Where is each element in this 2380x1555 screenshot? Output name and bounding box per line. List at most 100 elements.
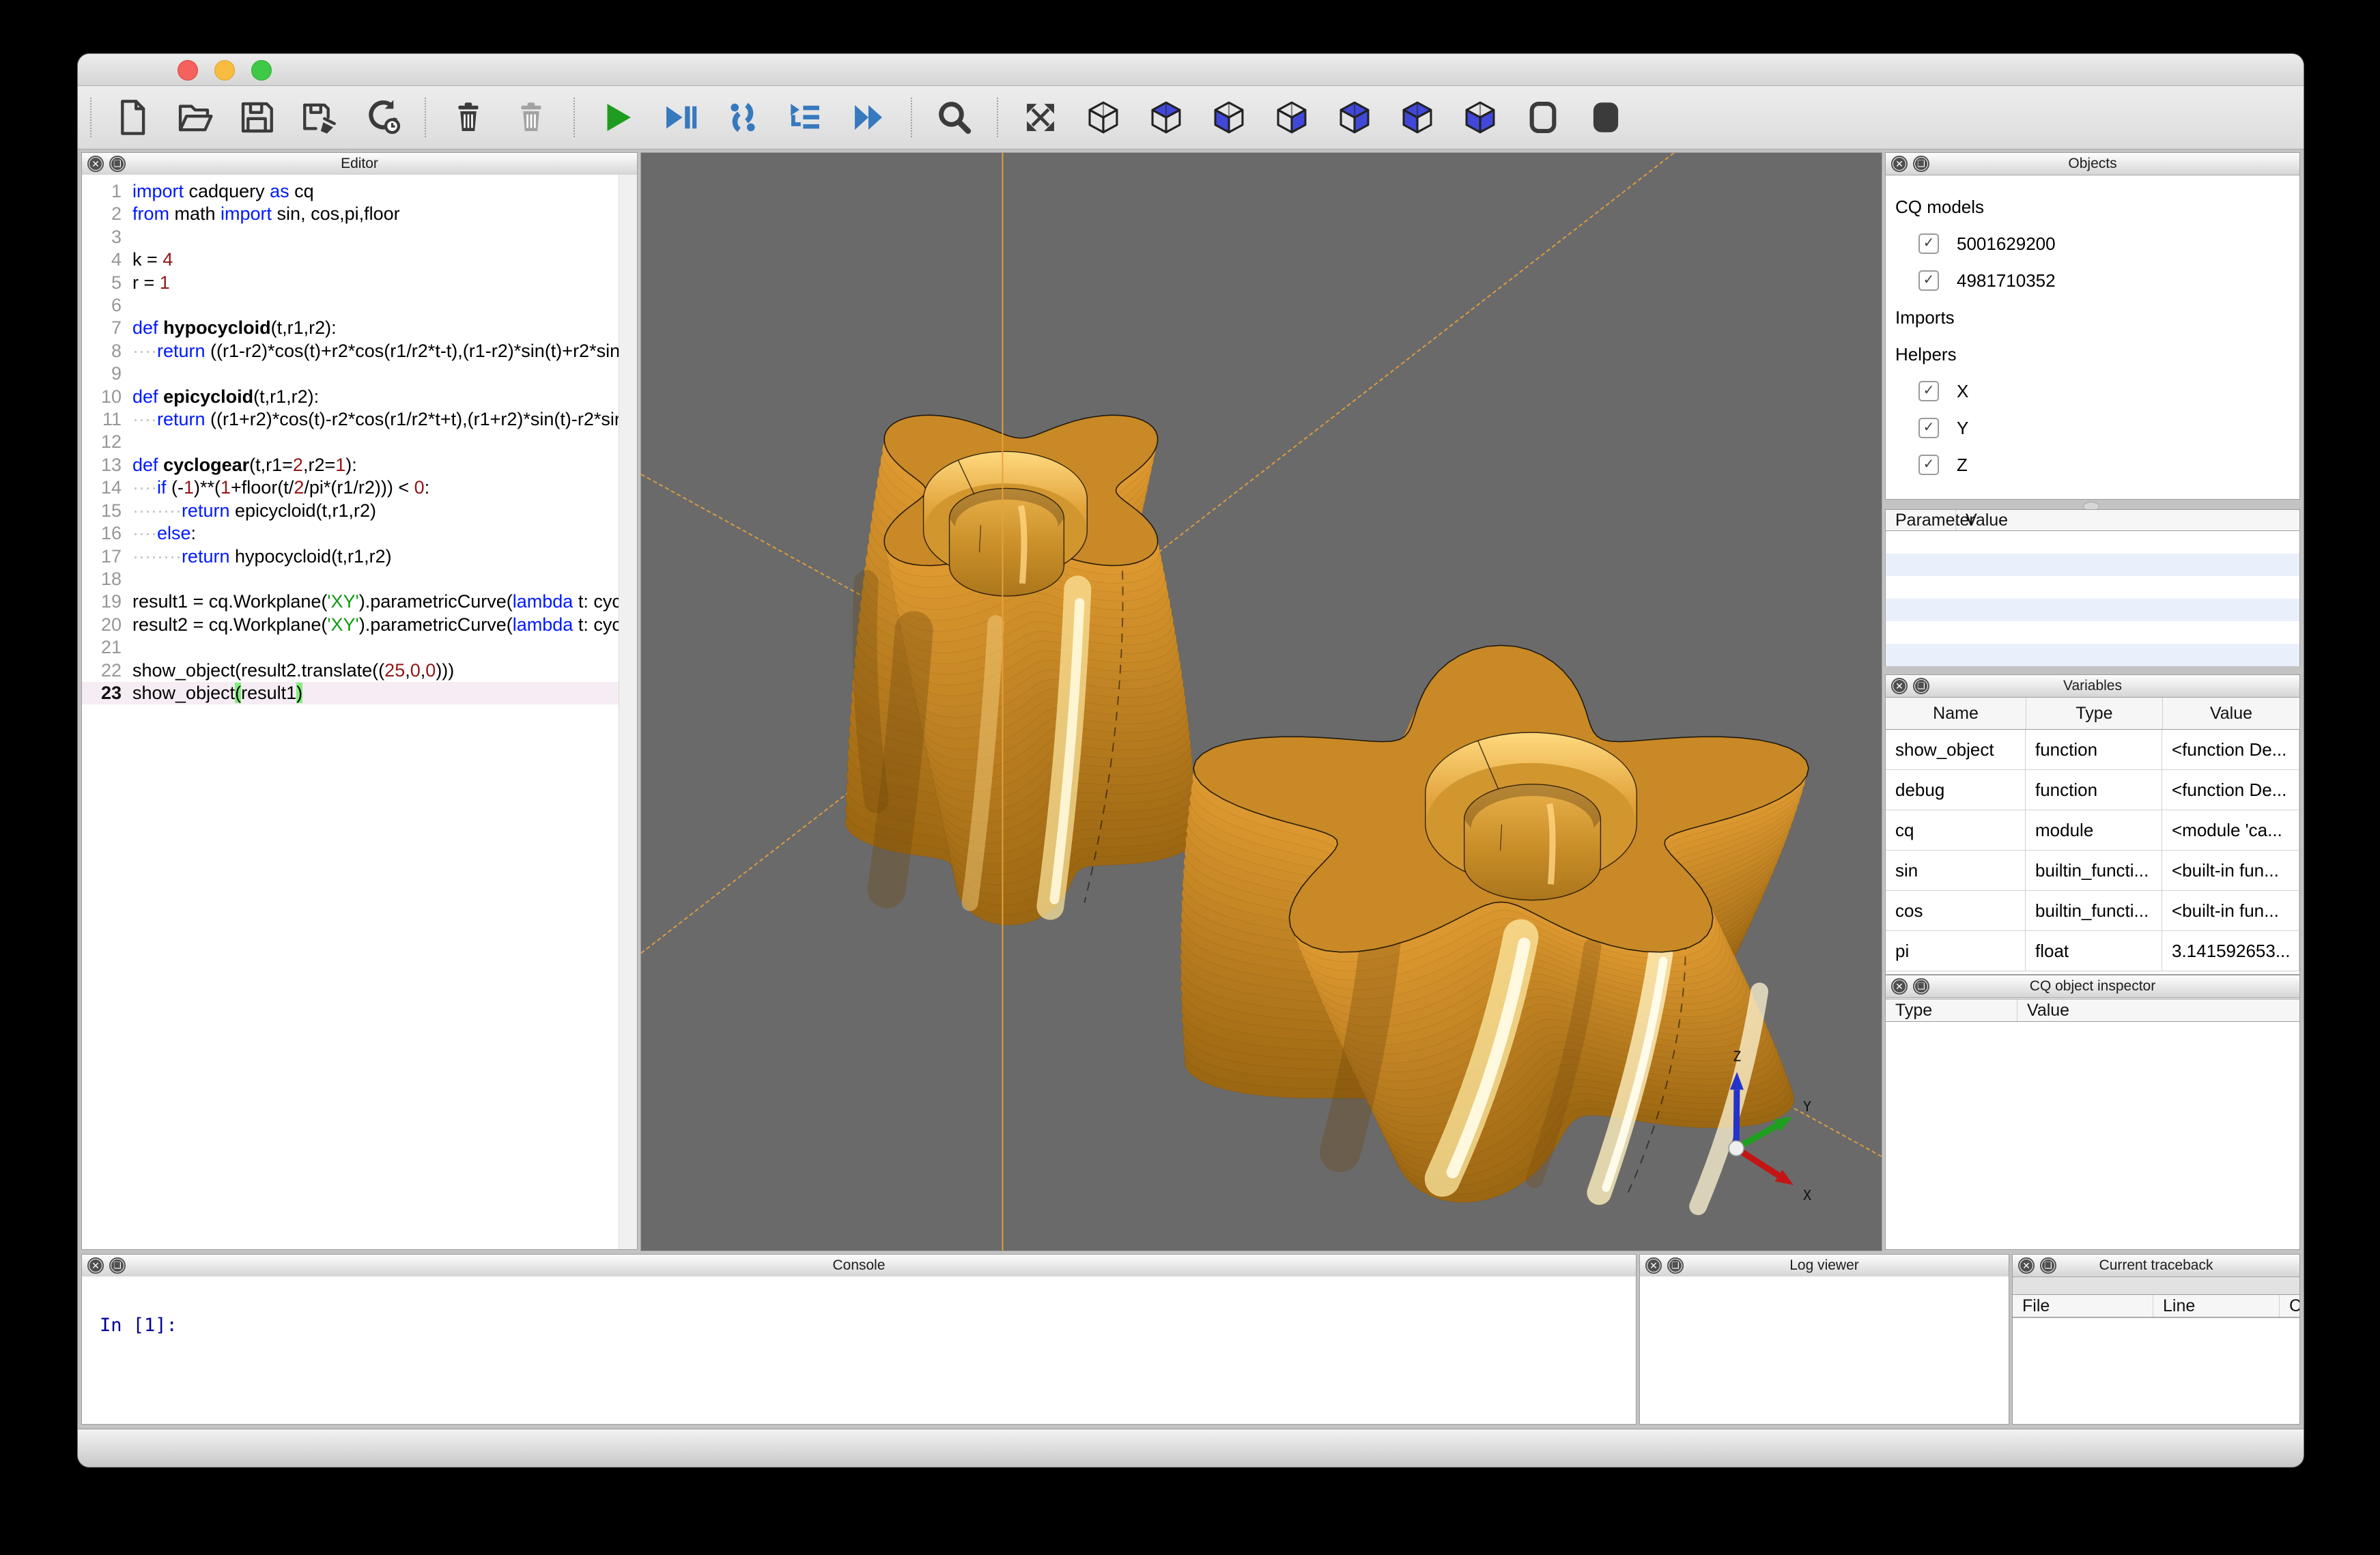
value-column-header[interactable]: Value [2017, 999, 2299, 1021]
parameters-table[interactable] [1885, 531, 2300, 666]
code-line[interactable]: 13def cyclogear(t,r1=2,r2=1): [82, 454, 619, 476]
tree-item[interactable]: ✓ X [1886, 373, 2299, 410]
tree-group-imports[interactable]: Imports [1886, 299, 2299, 336]
value-column-header[interactable]: Value [1955, 510, 2299, 530]
value-column-header[interactable]: Value [2162, 698, 2299, 729]
tree-item[interactable]: ✓ 5001629200 [1886, 225, 2299, 262]
view-front-button[interactable] [1272, 98, 1312, 137]
parameter-row[interactable] [1886, 644, 2299, 666]
inspector-content[interactable] [1886, 1022, 2299, 1249]
view-back-button[interactable] [1335, 98, 1374, 137]
tree-group-helpers[interactable]: Helpers [1886, 336, 2299, 373]
close-icon[interactable]: ✕ [1891, 156, 1908, 172]
view-top-button[interactable] [1146, 98, 1186, 137]
minimize-window-button[interactable] [214, 60, 235, 81]
step-into-debug-button[interactable] [786, 98, 825, 137]
console-prompt[interactable]: In [1]: [100, 1315, 1636, 1336]
checkbox-icon[interactable]: ✓ [1918, 270, 1939, 291]
parameter-row[interactable] [1886, 599, 2299, 621]
code-line[interactable]: 12 [82, 431, 619, 453]
type-column-header[interactable]: Type [1886, 999, 2017, 1021]
code-line[interactable]: 14····if (-1)**(1+floor(t/2/pi*(r1/r2)))… [82, 476, 619, 499]
save-as-file-button[interactable] [300, 98, 339, 137]
3d-scene[interactable]: ZYX [641, 153, 1882, 1251]
parameter-row[interactable] [1886, 576, 2299, 599]
checkbox-icon[interactable]: ✓ [1918, 233, 1939, 254]
toolbar-drag-handle[interactable] [90, 98, 91, 137]
tree-item[interactable]: ✓ Z [1886, 446, 2299, 483]
parameter-row[interactable] [1886, 531, 2299, 554]
traceback-content[interactable] [2013, 1317, 2299, 1424]
code-line[interactable]: 6 [82, 294, 619, 317]
code-line[interactable]: 23show_object(result1) [82, 682, 619, 704]
close-window-button[interactable] [178, 60, 198, 81]
tree-group-cq-models[interactable]: CQ models [1886, 188, 2299, 225]
float-panel-icon[interactable]: ❏ [109, 1257, 126, 1274]
line-column-header[interactable]: Line [2153, 1295, 2279, 1317]
code-line[interactable]: 7def hypocycloid(t,r1,r2): [82, 317, 619, 339]
parameter-column-header[interactable]: Parameter [1886, 510, 1955, 530]
name-column-header[interactable]: Name [1886, 698, 2026, 729]
close-icon[interactable]: ✕ [1891, 978, 1908, 995]
view-bottom-button[interactable] [1209, 98, 1249, 137]
float-panel-icon[interactable]: ❏ [2040, 1257, 2056, 1274]
view-iso-button[interactable] [1083, 98, 1123, 137]
reload-file-button[interactable] [363, 98, 402, 137]
code-line[interactable]: 8····return ((r1-r2)*cos(t)+r2*cos(r1/r2… [82, 340, 619, 362]
fit-view-button[interactable] [1021, 98, 1060, 137]
zoom-inspect-button[interactable] [935, 98, 974, 137]
close-icon[interactable]: ✕ [1645, 1257, 1662, 1274]
variable-row[interactable]: pifloat3.141592653... [1886, 931, 2299, 971]
variable-row[interactable]: cosbuiltin_functi...<built-in fun... [1886, 891, 2299, 931]
code-line[interactable]: 4k = 4 [82, 248, 619, 271]
code-line[interactable]: 20result2 = cq.Workplane('XY').parametri… [82, 614, 619, 636]
close-icon[interactable]: ✕ [2018, 1257, 2035, 1274]
float-panel-icon[interactable]: ❏ [1913, 678, 1929, 694]
close-icon[interactable]: ✕ [1891, 678, 1908, 694]
variable-row[interactable]: debugfunction<function De... [1886, 770, 2299, 810]
save-file-button[interactable] [237, 98, 277, 137]
float-panel-icon[interactable]: ❏ [1913, 156, 1929, 172]
variable-row[interactable]: show_objectfunction<function De... [1886, 730, 2299, 770]
code-line[interactable]: 1import cadquery as cq [82, 180, 619, 203]
code-line[interactable]: 2from math import sin, cos,pi,floor [82, 203, 619, 225]
code-line[interactable]: 3 [82, 226, 619, 248]
code-line[interactable]: 22show_object(result2.translate((25,0,0)… [82, 659, 619, 682]
code-line[interactable]: 9 [82, 362, 619, 385]
close-icon[interactable]: ✕ [87, 1257, 104, 1274]
type-column-header[interactable]: Type [2026, 698, 2162, 729]
new-file-button[interactable] [111, 98, 151, 137]
checkbox-icon[interactable]: ✓ [1918, 381, 1939, 401]
open-file-button[interactable] [174, 98, 214, 137]
step-debug-button[interactable] [723, 98, 763, 137]
code-line[interactable]: 11····return ((r1+r2)*cos(t)-r2*cos(r1/r… [82, 408, 619, 431]
close-icon[interactable]: ✕ [87, 156, 104, 172]
log-content[interactable] [1640, 1276, 2009, 1424]
objects-tree[interactable]: CQ models✓ 5001629200✓ 4981710352Imports… [1886, 175, 2299, 499]
3d-viewport[interactable]: ZYX [640, 152, 1882, 1251]
view-right-button[interactable] [1460, 98, 1500, 137]
code-line[interactable]: 18 [82, 568, 619, 590]
code-line[interactable]: 15········return epicycloid(t,r1,r2) [82, 500, 619, 522]
zoom-window-button[interactable] [251, 60, 272, 81]
code-editor[interactable]: 1import cadquery as cq2from math import … [82, 175, 637, 1249]
run-script-button[interactable] [597, 98, 637, 137]
code-line[interactable]: 16····else: [82, 522, 619, 545]
file-column-header[interactable]: File [2013, 1295, 2153, 1317]
code-line[interactable]: 10def epicycloid(t,r1,r2): [82, 386, 619, 408]
code-line[interactable]: 21 [82, 636, 619, 659]
variable-row[interactable]: sinbuiltin_functi...<built-in fun... [1886, 851, 2299, 891]
code-line[interactable]: 19result1 = cq.Workplane('XY').parametri… [82, 590, 619, 613]
checkbox-icon[interactable]: ✓ [1918, 455, 1939, 475]
float-panel-icon[interactable]: ❏ [109, 156, 126, 172]
view-left-button[interactable] [1398, 98, 1437, 137]
continue-debug-button[interactable] [849, 98, 888, 137]
delete-model-button[interactable] [449, 98, 488, 137]
render-wireframe-button[interactable] [1523, 98, 1563, 137]
tree-item[interactable]: ✓ 4981710352 [1886, 262, 2299, 299]
code-lines[interactable]: 1import cadquery as cq2from math import … [82, 180, 619, 704]
float-panel-icon[interactable]: ❏ [1667, 1257, 1684, 1274]
editor-scrollbar[interactable] [619, 175, 637, 1249]
checkbox-icon[interactable]: ✓ [1918, 418, 1939, 438]
render-shaded-button[interactable] [1586, 98, 1626, 137]
